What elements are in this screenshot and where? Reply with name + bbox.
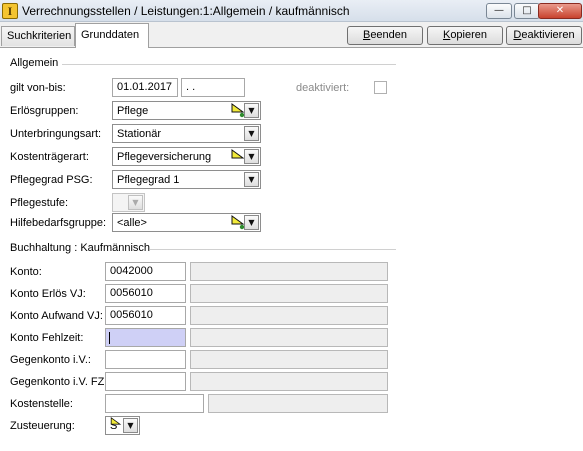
deaktivieren-button[interactable]: Deaktivieren bbox=[506, 26, 582, 45]
section-divider bbox=[62, 64, 396, 65]
chevron-down-icon[interactable]: ▼ bbox=[123, 418, 138, 433]
gegenkonto-iv-fz-label: Gegenkonto i.V. FZ: bbox=[10, 376, 108, 388]
pflegegrad-label: Pflegegrad PSG: bbox=[10, 174, 93, 186]
konto-aufwand-vj-label: Konto Aufwand VJ: bbox=[10, 310, 103, 322]
chevron-down-icon[interactable]: ▼ bbox=[244, 172, 259, 187]
gilt-von-field[interactable]: 01.01.2017 bbox=[112, 78, 178, 97]
kostentraegerart-label: Kostenträgerart: bbox=[10, 151, 89, 163]
hilfebedarfsgruppe-select[interactable]: <alle> ▼ bbox=[112, 213, 261, 232]
zusteuerung-label: Zusteuerung: bbox=[10, 420, 75, 432]
konto-fehlzeit-label: Konto Fehlzeit: bbox=[10, 332, 84, 344]
kostenstelle-label: Kostenstelle: bbox=[10, 398, 73, 410]
grunddaten-panel: Allgemein gilt von-bis: 01.01.2017 . . d… bbox=[0, 47, 583, 451]
konto-aufwand-vj-field[interactable]: 0056010 bbox=[105, 306, 186, 325]
konto-label: Konto: bbox=[10, 266, 42, 278]
unterbringungsart-label: Unterbringungsart: bbox=[10, 128, 102, 140]
gilt-bis-field[interactable]: . . bbox=[181, 78, 245, 97]
pflegestufe-select: ▼ bbox=[112, 193, 145, 212]
flag-icon bbox=[231, 103, 245, 118]
gegenkonto-iv-description bbox=[190, 350, 388, 369]
pflegegrad-select[interactable]: Pflegegrad 1 ▼ bbox=[112, 170, 261, 189]
beenden-button[interactable]: Beenden bbox=[347, 26, 423, 45]
chevron-down-icon[interactable]: ▼ bbox=[244, 215, 259, 230]
chevron-down-icon[interactable]: ▼ bbox=[244, 103, 259, 118]
konto-fehlzeit-description bbox=[190, 328, 388, 347]
window-title: Verrechnungsstellen / Leistungen:1:Allge… bbox=[22, 4, 350, 18]
kostentraegerart-select[interactable]: Pflegeversicherung ▼ bbox=[112, 147, 261, 166]
section-divider bbox=[150, 249, 396, 250]
konto-erloes-vj-field[interactable]: 0056010 bbox=[105, 284, 186, 303]
maximize-button[interactable]: □ bbox=[514, 3, 540, 19]
chevron-down-icon[interactable]: ▼ bbox=[244, 149, 259, 164]
chevron-down-icon[interactable]: ▼ bbox=[244, 126, 259, 141]
section-title-allgemein: Allgemein bbox=[10, 57, 59, 69]
konto-aufwand-vj-description bbox=[190, 306, 388, 325]
flag-icon bbox=[110, 417, 122, 425]
minimize-button[interactable]: — bbox=[486, 3, 512, 19]
konto-description bbox=[190, 262, 388, 281]
deaktiviert-label: deaktiviert: bbox=[296, 82, 350, 94]
hilfebedarfsgruppe-value: <alle> bbox=[117, 217, 147, 229]
gegenkonto-iv-fz-description bbox=[190, 372, 388, 391]
close-button[interactable]: ✕ bbox=[538, 3, 582, 19]
konto-fehlzeit-field[interactable] bbox=[105, 328, 186, 347]
flag-icon bbox=[231, 215, 245, 230]
erloesgruppen-select[interactable]: Pflege ▼ bbox=[112, 101, 261, 120]
section-title-buchhaltung: Buchhaltung : Kaufmännisch bbox=[10, 242, 151, 254]
hilfebedarfsgruppe-label: Hilfebedarfsgruppe: bbox=[10, 217, 107, 229]
deaktiviert-checkbox[interactable] bbox=[374, 81, 387, 94]
zusteuerung-select[interactable]: S ▼ bbox=[105, 416, 140, 435]
tab-grunddaten[interactable]: Grunddaten bbox=[75, 23, 149, 48]
beenden-label: eenden bbox=[370, 29, 408, 41]
chevron-down-icon: ▼ bbox=[128, 195, 143, 210]
flag-icon bbox=[231, 149, 245, 159]
konto-erloes-vj-label: Konto Erlös VJ: bbox=[10, 288, 86, 300]
gilt-von-bis-label: gilt von-bis: bbox=[10, 82, 66, 94]
unterbringungsart-value: Stationär bbox=[117, 128, 162, 140]
kopieren-label: opieren bbox=[450, 29, 488, 41]
pflegestufe-label: Pflegestufe: bbox=[10, 197, 69, 209]
kostenstelle-description bbox=[208, 394, 388, 413]
erloesgruppen-label: Erlösgruppen: bbox=[10, 105, 79, 117]
tab-suchkriterien[interactable]: Suchkriterien bbox=[1, 26, 75, 46]
kostentraegerart-value: Pflegeversicherung bbox=[117, 151, 212, 163]
erloesgruppen-value: Pflege bbox=[117, 105, 149, 117]
tab-strip: Suchkriterien Grunddaten Beenden Kopiere… bbox=[0, 22, 583, 48]
konto-erloes-vj-description bbox=[190, 284, 388, 303]
gegenkonto-iv-field[interactable] bbox=[105, 350, 186, 369]
deaktivieren-label: eaktivieren bbox=[521, 29, 575, 41]
gegenkonto-iv-fz-field[interactable] bbox=[105, 372, 186, 391]
unterbringungsart-select[interactable]: Stationär ▼ bbox=[112, 124, 261, 143]
konto-field[interactable]: 0042000 bbox=[105, 262, 186, 281]
kopieren-button[interactable]: Kopieren bbox=[427, 26, 503, 45]
app-icon: I bbox=[2, 3, 18, 19]
text-caret bbox=[109, 332, 110, 344]
pflegegrad-value: Pflegegrad 1 bbox=[117, 174, 180, 186]
kostenstelle-field[interactable] bbox=[105, 394, 204, 413]
title-bar: I Verrechnungsstellen / Leistungen:1:All… bbox=[0, 0, 583, 22]
gegenkonto-iv-label: Gegenkonto i.V.: bbox=[10, 354, 91, 366]
